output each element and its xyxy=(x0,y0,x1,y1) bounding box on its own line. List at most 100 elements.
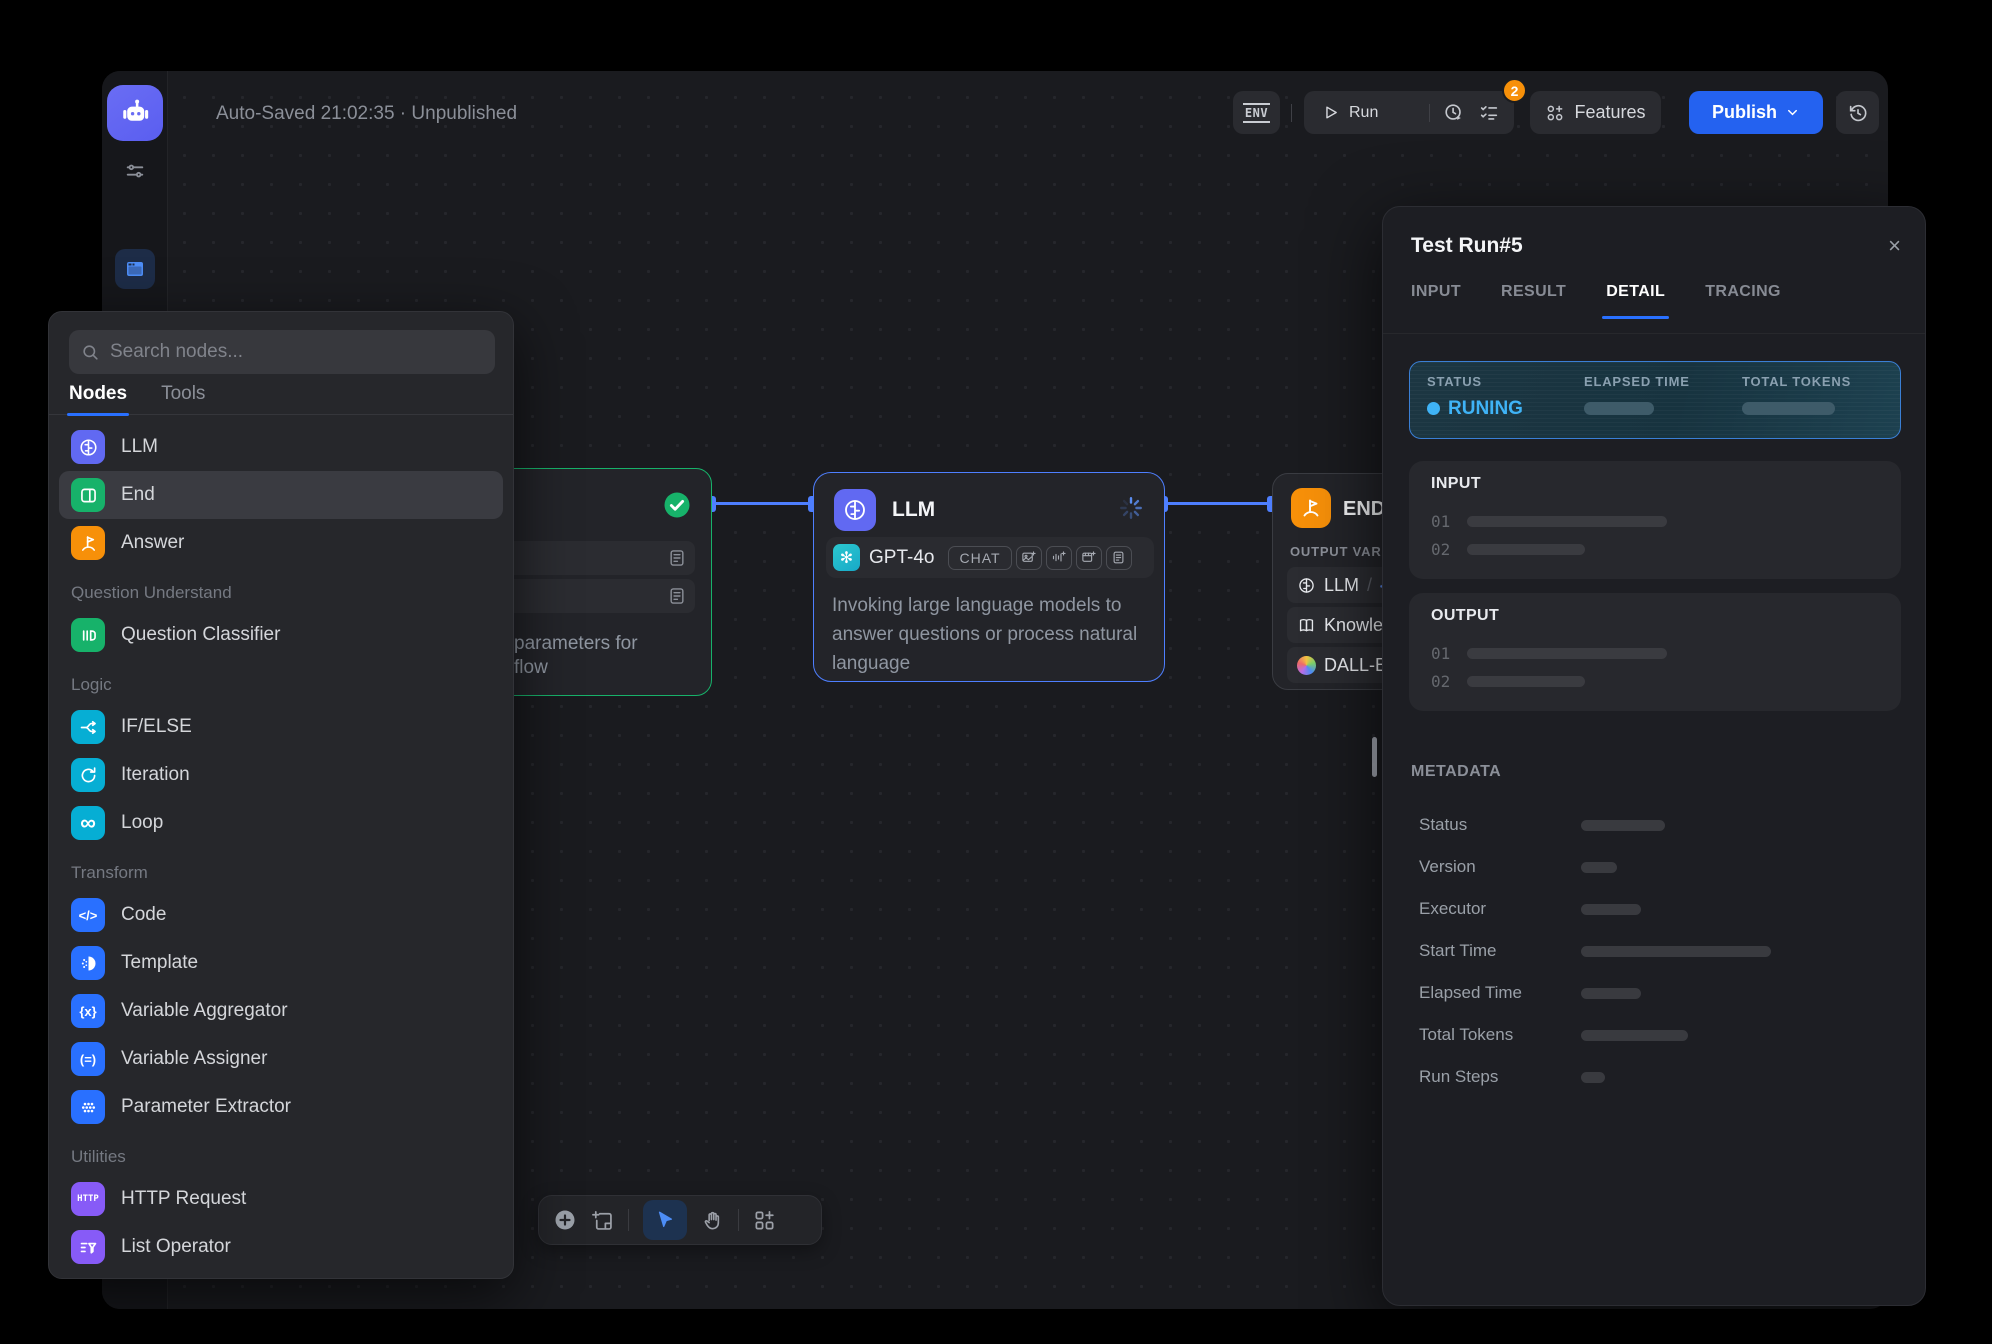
branch-icon xyxy=(71,710,105,744)
history-icon xyxy=(1847,102,1869,124)
status-value: RUNING xyxy=(1448,398,1523,420)
section-logic: Logic xyxy=(59,659,503,703)
robot-icon xyxy=(118,96,152,130)
tokens-skeleton xyxy=(1742,402,1835,415)
end-icon xyxy=(71,478,105,512)
tab-detail[interactable]: DETAIL xyxy=(1606,283,1665,319)
pointer-tool-active[interactable] xyxy=(643,1200,687,1240)
tabs-divider xyxy=(1383,333,1925,334)
meta-skeleton xyxy=(1581,988,1641,999)
node-item-variable-aggregator[interactable]: {x} Variable Aggregator xyxy=(59,987,503,1035)
brain-icon xyxy=(834,489,876,531)
node-item-variable-assigner[interactable]: (=) Variable Assigner xyxy=(59,1035,503,1083)
meta-skeleton xyxy=(1581,1030,1688,1041)
run-button[interactable]: Run xyxy=(1304,104,1429,122)
features-button[interactable]: Features xyxy=(1530,91,1661,134)
dalle-icon xyxy=(1297,656,1316,675)
model-name: GPT-4o xyxy=(869,547,934,569)
node-item-parameter-extractor[interactable]: Parameter Extractor xyxy=(59,1083,503,1131)
checklist-icon[interactable] xyxy=(1478,102,1514,124)
meta-row-version: Version xyxy=(1419,847,1899,889)
toolbar-divider xyxy=(1291,104,1292,122)
note-panel-button[interactable] xyxy=(115,249,155,289)
add-node-button[interactable] xyxy=(553,1208,577,1232)
node-item-ifelse[interactable]: IF/ELSE xyxy=(59,703,503,751)
version-history-button[interactable] xyxy=(1836,91,1879,134)
canvas-toolbar xyxy=(538,1195,822,1245)
app-avatar[interactable] xyxy=(107,85,163,141)
node-item-iteration[interactable]: Iteration xyxy=(59,751,503,799)
tab-result[interactable]: RESULT xyxy=(1501,283,1566,319)
end-node-title: END xyxy=(1343,498,1385,521)
features-icon xyxy=(1545,103,1565,123)
output-variables-label: OUTPUT VARIA xyxy=(1290,544,1396,559)
toolbar-divider xyxy=(738,1209,739,1231)
edge-llm-end xyxy=(1165,502,1272,505)
meta-row-start-time: Start Time xyxy=(1419,931,1899,973)
section-utilities: Utilities xyxy=(59,1131,503,1175)
node-item-answer[interactable]: Answer xyxy=(59,519,503,567)
tab-input[interactable]: INPUT xyxy=(1411,283,1461,319)
section-transform: Transform xyxy=(59,847,503,891)
tab-tracing[interactable]: TRACING xyxy=(1705,283,1781,319)
status-card: STATUS ELAPSED TIME TOTAL TOKENS RUNING xyxy=(1409,361,1901,439)
iteration-icon xyxy=(71,758,105,792)
node-item-template[interactable]: Template xyxy=(59,939,503,987)
total-tokens-label: TOTAL TOKENS xyxy=(1742,374,1851,389)
meta-row-executor: Executor xyxy=(1419,889,1899,931)
edge-start-llm xyxy=(714,502,815,505)
autosave-status: Auto-Saved 21:02:35 · Unpublished xyxy=(216,103,517,125)
success-check-icon xyxy=(662,490,692,520)
code-icon: </> xyxy=(71,898,105,932)
node-item-llm[interactable]: LLM xyxy=(59,423,503,471)
features-label: Features xyxy=(1574,102,1645,123)
meta-skeleton xyxy=(1581,820,1665,831)
loop-icon: ∞ xyxy=(71,806,105,840)
node-item-question-classifier[interactable]: Question Classifier xyxy=(59,611,503,659)
meta-row-elapsed-time: Elapsed Time xyxy=(1419,973,1899,1015)
flag-icon xyxy=(71,526,105,560)
search-box[interactable] xyxy=(69,330,495,374)
document-icon xyxy=(1106,546,1132,570)
search-input[interactable] xyxy=(110,341,483,363)
node-item-end[interactable]: End xyxy=(59,471,503,519)
organize-layout-button[interactable] xyxy=(753,1209,776,1232)
input-card: INPUT 01 02 xyxy=(1409,461,1901,579)
llm-node[interactable]: LLM ✻ GPT-4o CHAT xyxy=(813,472,1165,682)
window-note-icon xyxy=(123,257,147,281)
chat-mode-badge: CHAT xyxy=(948,546,1011,570)
test-run-panel: Test Run#5 × INPUT RESULT DETAIL TRACING… xyxy=(1382,206,1926,1306)
publish-button[interactable]: Publish xyxy=(1689,91,1823,134)
status-label: STATUS xyxy=(1427,374,1482,389)
hand-tool[interactable] xyxy=(701,1209,724,1232)
vision-icon xyxy=(1016,546,1042,570)
run-panel-title: Test Run#5 xyxy=(1411,234,1523,258)
preferences-icon[interactable] xyxy=(124,160,146,182)
output-skeleton xyxy=(1467,676,1585,687)
node-item-http-request[interactable]: HTTP HTTP Request xyxy=(59,1175,503,1223)
meta-row-status: Status xyxy=(1419,805,1899,847)
env-icon: ENV xyxy=(1243,103,1270,123)
node-search-panel: Nodes Tools LLM End xyxy=(48,311,514,1279)
output-skeleton xyxy=(1467,648,1667,659)
model-selector[interactable]: ✻ GPT-4o CHAT xyxy=(826,537,1154,578)
meta-row-total-tokens: Total Tokens xyxy=(1419,1015,1899,1057)
assigner-icon: (=) xyxy=(71,1042,105,1076)
checklist-badge: 2 xyxy=(1502,78,1527,103)
tab-nodes[interactable]: Nodes xyxy=(69,374,127,414)
node-item-code[interactable]: </> Code xyxy=(59,891,503,939)
run-history-clock-icon[interactable] xyxy=(1430,102,1478,124)
run-label: Run xyxy=(1349,104,1378,122)
env-button[interactable]: ENV xyxy=(1233,91,1280,134)
add-note-button[interactable] xyxy=(591,1209,614,1232)
list-operator-icon xyxy=(71,1230,105,1264)
output-card: OUTPUT 01 02 xyxy=(1409,593,1901,711)
close-icon[interactable]: × xyxy=(1888,233,1901,259)
input-skeleton xyxy=(1467,544,1585,555)
section-question-understand: Question Understand xyxy=(59,567,503,611)
panel-resize-handle[interactable] xyxy=(1372,737,1377,777)
input-title: INPUT xyxy=(1431,475,1481,493)
tab-tools[interactable]: Tools xyxy=(161,374,205,414)
node-item-list-operator[interactable]: List Operator xyxy=(59,1223,503,1271)
node-item-loop[interactable]: ∞ Loop xyxy=(59,799,503,847)
